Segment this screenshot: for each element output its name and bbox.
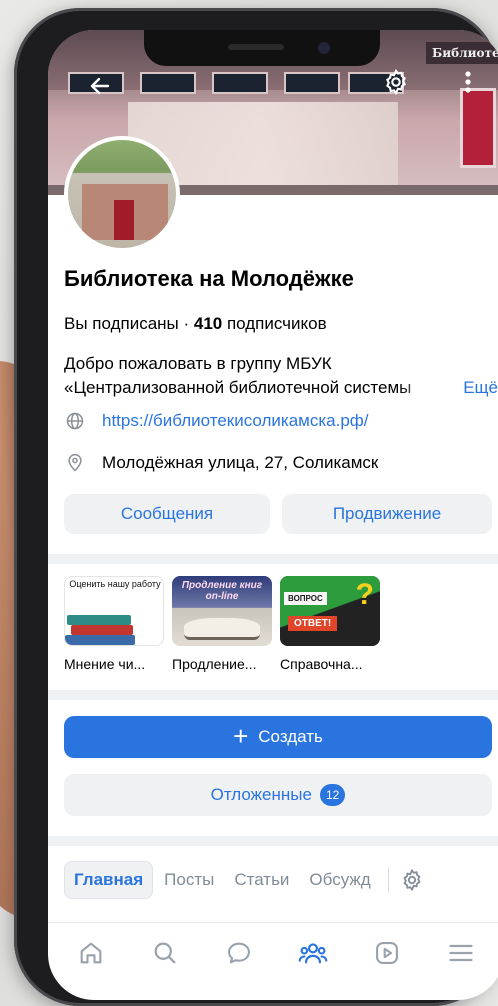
messages-button[interactable]: Сообщения: [64, 494, 270, 534]
promotion-button[interactable]: Продвижение: [282, 494, 492, 534]
nav-home[interactable]: [71, 933, 111, 973]
service-thumb: Оценить нашу работу: [64, 576, 164, 646]
address-row[interactable]: Молодёжная улица, 27, Соликамск: [64, 452, 378, 474]
address-text: Молодёжная улица, 27, Соликамск: [102, 453, 379, 472]
description-line-2: «Централизованной библиотечной системы: [64, 378, 412, 397]
community-icon: [298, 942, 328, 963]
create-label: Создать: [258, 727, 323, 746]
tab-articles[interactable]: Статьи: [225, 862, 298, 898]
arrow-left-icon: [90, 77, 110, 95]
group-title: Библиотека на Молодёжке: [64, 266, 354, 291]
gear-icon: [403, 868, 421, 892]
avatar[interactable]: [64, 136, 180, 252]
speaker: [228, 44, 284, 50]
service-caption: Продление...: [172, 656, 257, 672]
open-book-shape: [184, 618, 260, 640]
description-line-1: Добро пожаловать в группу МБУК: [64, 354, 332, 373]
service-card-reference[interactable]: ВОПРОС ОТВЕТ! ? Справочна...: [280, 576, 380, 672]
video-icon: [376, 941, 398, 964]
subscribed-text: Вы подписаны ·: [64, 314, 194, 333]
section-separator: [48, 836, 498, 846]
camera: [318, 42, 330, 54]
nav-video[interactable]: [367, 933, 407, 973]
subscribers-count: 410: [193, 314, 223, 333]
service-card-renewal[interactable]: Продление книг on-line Продление...: [172, 576, 272, 672]
service-thumb: ВОПРОС ОТВЕТ! ?: [280, 576, 380, 646]
book-shape: [65, 635, 135, 645]
avatar-door: [114, 200, 134, 240]
book-shape: [71, 625, 133, 635]
subscription-status[interactable]: Вы подписаны · 410 подписчиков: [64, 314, 327, 334]
service-caption: Мнение чи...: [64, 656, 146, 672]
postponed-label: Отложенные: [210, 785, 312, 804]
location-pin-icon: [64, 452, 86, 474]
bottom-navigation: [48, 922, 498, 982]
tabs-settings-button[interactable]: [397, 865, 427, 895]
cover-window: [212, 72, 268, 94]
messages-icon: [228, 942, 250, 963]
nav-search[interactable]: [145, 933, 185, 973]
settings-button[interactable]: [378, 64, 414, 100]
thumb-text: ВОПРОС: [284, 592, 327, 605]
globe-icon: [64, 410, 86, 432]
notch: [144, 30, 380, 66]
section-separator: [48, 690, 498, 700]
tab-posts[interactable]: Посты: [155, 862, 223, 898]
home-icon: [80, 942, 102, 963]
postponed-button[interactable]: Отложенные 12: [64, 774, 492, 816]
cover-sign: Библиотека: [426, 42, 498, 64]
group-description: Добро пожаловать в группу МБУК «Централи…: [64, 352, 498, 400]
service-thumb: Продление книг on-line: [172, 576, 272, 646]
more-button[interactable]: [456, 64, 480, 100]
question-mark: ?: [355, 578, 374, 611]
content-tabs: Главная Посты Статьи Обсужд: [64, 860, 498, 900]
tab-discussions[interactable]: Обсужд: [300, 862, 382, 898]
nav-community[interactable]: [293, 933, 333, 973]
book-shape: [67, 615, 131, 625]
nav-menu[interactable]: [441, 933, 481, 973]
service-caption: Справочна...: [280, 656, 363, 672]
thumb-text: Продление книг on-line: [181, 580, 263, 602]
phone-frame: Библиотека Библиотека на Молодёжке Вы по…: [14, 8, 498, 1006]
thumb-text: Оценить нашу работу: [69, 579, 161, 589]
section-separator: [48, 554, 498, 564]
search-icon: [154, 942, 176, 963]
more-link[interactable]: Ещё: [463, 376, 498, 400]
subscribers-label: подписчиков: [222, 314, 327, 333]
nav-messages[interactable]: [219, 933, 259, 973]
cover-window: [140, 72, 196, 94]
website-link[interactable]: https://библиотекисоликамска.рф/: [102, 411, 369, 431]
tab-divider: [388, 867, 390, 893]
cover-door: [460, 88, 496, 168]
plus-icon: +: [233, 721, 249, 751]
cover-window: [284, 72, 340, 94]
website-row[interactable]: https://библиотекисоликамска.рф/: [64, 410, 369, 432]
back-button[interactable]: [82, 68, 118, 104]
tab-main[interactable]: Главная: [64, 861, 154, 899]
thumb-text: ОТВЕТ!: [288, 616, 338, 631]
postponed-count-badge: 12: [319, 784, 346, 806]
menu-icon: [449, 944, 473, 961]
screen: Библиотека Библиотека на Молодёжке Вы по…: [48, 30, 498, 1000]
more-vertical-icon: [465, 71, 471, 93]
service-card-feedback[interactable]: Оценить нашу работу Мнение чи...: [64, 576, 164, 672]
gear-icon: [386, 68, 406, 96]
create-button[interactable]: + Создать: [64, 716, 492, 758]
